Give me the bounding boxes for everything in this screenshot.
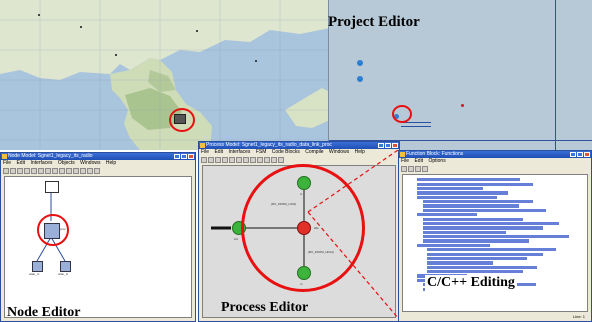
- code-line: [423, 200, 533, 204]
- code-line: [423, 226, 543, 230]
- code-editor-window[interactable]: Function Block: Functions File Edit Opti…: [398, 150, 592, 322]
- code-line: [423, 217, 523, 221]
- code-line: [427, 265, 537, 269]
- app-icon: [400, 152, 405, 157]
- code-line: [427, 261, 494, 265]
- code-editor-titlebar[interactable]: Function Block: Functions: [399, 151, 591, 158]
- status-bar: Line: 1: [399, 313, 591, 321]
- status-text: Line: 1: [572, 314, 585, 319]
- menu-edit[interactable]: Edit: [414, 158, 423, 164]
- toolbar-button[interactable]: [415, 166, 421, 172]
- code-line: [427, 248, 557, 252]
- code-text-area[interactable]: [402, 174, 588, 312]
- maximize-button[interactable]: [577, 152, 583, 157]
- code-line: [417, 182, 534, 186]
- toolbar-button[interactable]: [422, 166, 428, 172]
- toolbar: [399, 165, 591, 173]
- code-line: [423, 239, 530, 243]
- code-line: [417, 243, 491, 247]
- window-controls: [570, 152, 590, 157]
- code-line: [423, 208, 546, 212]
- code-line: [423, 221, 560, 226]
- cpp-editing-label: C/C++ Editing: [425, 275, 517, 291]
- code-line: [417, 186, 484, 191]
- close-button[interactable]: [584, 152, 590, 157]
- toolbar-button[interactable]: [401, 166, 407, 172]
- code-line: [423, 230, 506, 234]
- code-line: [417, 195, 497, 199]
- toolbar-button[interactable]: [408, 166, 414, 172]
- code-line: [427, 252, 544, 256]
- menu-file[interactable]: File: [401, 158, 409, 164]
- menu-bar: File Edit Options: [399, 158, 591, 165]
- minimize-button[interactable]: [570, 152, 576, 157]
- code-line: [427, 270, 524, 274]
- window-title: Function Block: Functions: [406, 151, 464, 157]
- code-line: [417, 178, 520, 182]
- code-line: [423, 235, 570, 239]
- code-line: [427, 256, 527, 261]
- code-line: [417, 191, 509, 195]
- code-line: [417, 213, 477, 217]
- code-line: [423, 204, 520, 208]
- menu-options[interactable]: Options: [428, 158, 445, 164]
